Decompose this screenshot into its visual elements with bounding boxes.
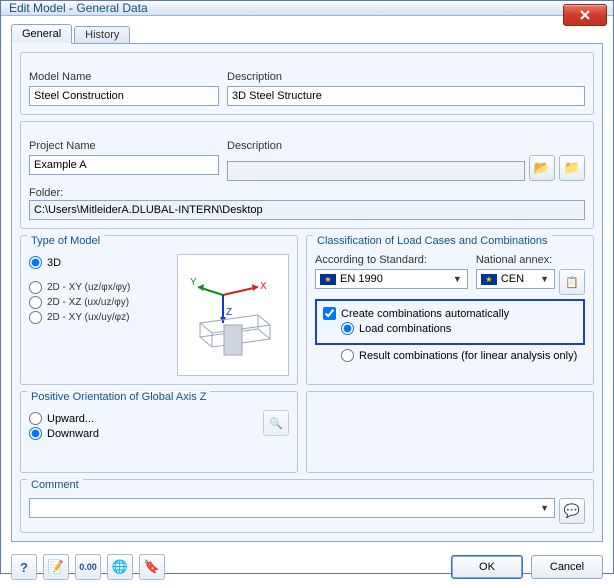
group-classification: Classification of Load Cases and Combina… [306, 235, 594, 385]
tool-a-button[interactable]: 🌐 [107, 554, 133, 580]
radio-load-combos-label: Load combinations [359, 323, 451, 335]
radio-upward[interactable] [29, 412, 42, 425]
project-name-input[interactable] [29, 155, 219, 175]
radio-2d-xy-row[interactable]: 2D - XY (uz/φx/φy) [29, 281, 169, 294]
orientation-info-button[interactable]: 🔍 [263, 410, 289, 436]
radio-2d-xz-row[interactable]: 2D - XZ (ux/uz/φy) [29, 296, 169, 309]
chevron-down-icon: ▼ [537, 503, 552, 513]
model-desc-input[interactable] [227, 86, 585, 106]
chevron-down-icon: ▼ [537, 274, 552, 284]
classification-title: Classification of Load Cases and Combina… [313, 235, 552, 247]
radio-upward-row[interactable]: Upward... [29, 412, 255, 425]
ok-button[interactable]: OK [451, 555, 523, 579]
speech-bubble-icon: 💬 [564, 503, 580, 519]
tab-general[interactable]: General [11, 24, 72, 44]
project-new-button[interactable]: 📁 [559, 155, 585, 181]
type-of-model-title: Type of Model [27, 235, 104, 247]
project-desc-label: Description [227, 140, 585, 152]
tab-history[interactable]: History [74, 26, 130, 44]
radio-result-combos-row[interactable]: Result combinations (for linear analysis… [341, 349, 585, 362]
svg-text:X: X [260, 281, 267, 292]
notes-icon: 📝 [48, 559, 64, 575]
chevron-down-icon: ▼ [450, 274, 465, 284]
settings-table-icon: 📋 [565, 276, 579, 289]
model-name-label: Model Name [29, 71, 219, 83]
radio-load-combos[interactable] [341, 322, 354, 335]
group-type-of-model: Type of Model 3D 2D - XY (uz/φx/φy) [20, 235, 298, 385]
radio-2d-xy2[interactable] [29, 311, 42, 324]
window-title: Edit Model - General Data [9, 1, 148, 15]
annex-settings-button[interactable]: 📋 [559, 269, 585, 295]
comment-input[interactable]: ▼ [29, 498, 555, 518]
group-comment: Comment ▼ 💬 [20, 479, 594, 533]
globe-plus-icon: 🌐 [112, 559, 128, 575]
group-orientation: Positive Orientation of Global Axis Z Up… [20, 391, 298, 473]
tag-icon: 🔖 [144, 559, 160, 575]
standard-value: EN 1990 [340, 273, 383, 285]
check-create-combos-row[interactable]: Create combinations automatically [323, 307, 577, 320]
model-preview: X Y Z [177, 254, 289, 376]
radio-2d-xy[interactable] [29, 281, 42, 294]
model-desc-label: Description [227, 71, 585, 83]
radio-3d[interactable] [29, 256, 42, 269]
radio-2d-xy-label: 2D - XY (uz/φx/φy) [47, 282, 130, 293]
project-name-label: Project Name [29, 140, 219, 152]
titlebar: Edit Model - General Data [1, 1, 613, 16]
standard-select[interactable]: ★ EN 1990 ▼ [315, 269, 468, 289]
group-spacer [306, 391, 594, 473]
radio-2d-xy2-label: 2D - XY (ux/uy/φz) [47, 312, 129, 323]
help-icon: ? [20, 560, 28, 575]
check-create-combos-label: Create combinations automatically [341, 308, 509, 320]
group-project: Project Name Description 📂 📁 [20, 121, 594, 229]
notes-button[interactable]: 📝 [43, 554, 69, 580]
project-browse-button[interactable]: 📂 [529, 155, 555, 181]
search-doc-icon: 🔍 [269, 417, 283, 430]
annex-select[interactable]: ★ CEN ▼ [476, 269, 555, 289]
axes-3d-icon: X Y Z [188, 265, 278, 365]
radio-result-combos[interactable] [341, 349, 354, 362]
group-model: Model Name Description [20, 52, 594, 115]
close-button[interactable] [563, 4, 607, 26]
close-icon [580, 10, 590, 20]
eu-flag-icon-2: ★ [481, 274, 497, 285]
radio-2d-xz[interactable] [29, 296, 42, 309]
radio-downward-label: Downward [47, 428, 99, 440]
orientation-title: Positive Orientation of Global Axis Z [27, 391, 210, 403]
radio-downward[interactable] [29, 427, 42, 440]
annex-value: CEN [501, 273, 524, 285]
radio-downward-row[interactable]: Downward [29, 427, 255, 440]
radio-3d-row[interactable]: 3D [29, 256, 169, 269]
eu-flag-icon: ★ [320, 274, 336, 285]
dialog-edit-model: Edit Model - General Data General Histor… [0, 0, 614, 574]
radio-load-combos-row[interactable]: Load combinations [341, 322, 577, 335]
model-name-input[interactable] [29, 86, 219, 106]
standard-label: According to Standard: [315, 254, 468, 266]
tool-b-button[interactable]: 🔖 [139, 554, 165, 580]
radio-2d-xy2-row[interactable]: 2D - XY (ux/uy/φz) [29, 311, 169, 324]
radio-3d-label: 3D [47, 257, 61, 269]
svg-text:Z: Z [226, 307, 232, 318]
comment-title: Comment [27, 479, 83, 491]
check-create-combos[interactable] [323, 307, 336, 320]
folder-label: Folder: [29, 187, 585, 199]
units-icon: 0.00 [79, 562, 97, 572]
radio-2d-xz-label: 2D - XZ (ux/uz/φy) [47, 297, 129, 308]
help-button[interactable]: ? [11, 554, 37, 580]
folder-open-icon: 📂 [534, 160, 550, 176]
highlight-create-combinations: Create combinations automatically Load c… [315, 299, 585, 345]
comment-pick-button[interactable]: 💬 [559, 498, 585, 524]
cancel-button[interactable]: Cancel [531, 555, 603, 579]
radio-upward-label: Upward... [47, 413, 94, 425]
bottom-bar: ? 📝 0.00 🌐 🔖 OK Cancel [1, 548, 613, 588]
folder-new-icon: 📁 [564, 160, 580, 176]
svg-text:Y: Y [190, 277, 197, 288]
annex-label: National annex: [476, 254, 585, 266]
radio-result-combos-label: Result combinations (for linear analysis… [359, 350, 577, 362]
tab-panel-general: Model Name Description Project Name [11, 43, 603, 542]
project-desc-input[interactable] [227, 161, 525, 181]
units-button[interactable]: 0.00 [75, 554, 101, 580]
folder-input[interactable] [29, 200, 585, 220]
